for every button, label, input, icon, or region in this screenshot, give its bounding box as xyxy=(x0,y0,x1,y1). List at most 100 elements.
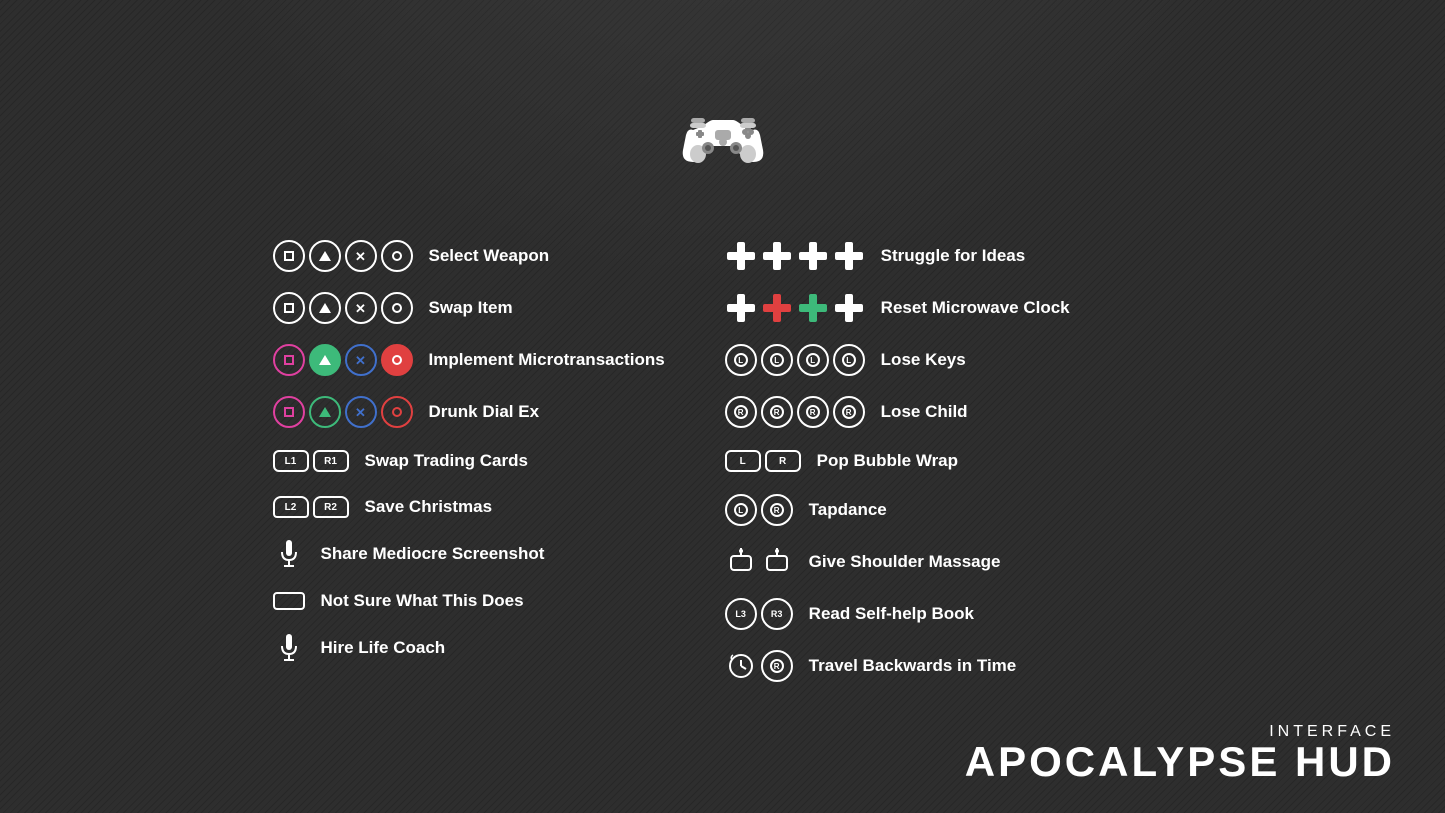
l2-btn: L2 xyxy=(273,496,309,518)
label-tapdance: Tapdance xyxy=(809,500,887,520)
icons-self-help: L3 R3 xyxy=(725,598,793,630)
row-select-weapon: ✕ Select Weapon xyxy=(273,230,665,282)
icons-pop-bubble: L R xyxy=(725,450,801,472)
dpad-teal1 xyxy=(797,292,829,324)
branding: INTERFACE APOCALYPSE HUD xyxy=(965,723,1395,783)
triangle-btn2 xyxy=(309,292,341,324)
square-btn2 xyxy=(273,292,305,324)
r3-btn: R3 xyxy=(761,598,793,630)
icons-swap-item: ✕ xyxy=(273,292,413,324)
touchpad-btn xyxy=(273,592,305,610)
controller-icon xyxy=(678,110,768,170)
cross-outline-btn: ✕ xyxy=(345,396,377,428)
square-outline-btn xyxy=(273,396,305,428)
label-struggle: Struggle for Ideas xyxy=(881,246,1026,266)
icons-lose-keys: L L L L xyxy=(725,344,865,376)
r2-btn: R2 xyxy=(313,496,349,518)
t-icon2 xyxy=(761,546,793,578)
icons-not-sure xyxy=(273,592,305,610)
circle-outline-btn xyxy=(381,396,413,428)
r-btn: R xyxy=(765,450,801,472)
touchpad-icon xyxy=(273,592,305,610)
cross-btn: ✕ xyxy=(345,240,377,272)
row-self-help: L3 R3 Read Self-help Book xyxy=(725,588,1070,640)
r-analog1: R xyxy=(725,396,757,428)
row-drunk-dial: ✕ Drunk Dial Ex xyxy=(273,386,665,438)
label-pop-bubble: Pop Bubble Wrap xyxy=(817,451,958,471)
row-lose-child: R R R R Lose Child xyxy=(725,386,1070,438)
icons-tapdance: L R xyxy=(725,494,793,526)
l-btn: L xyxy=(725,450,761,472)
label-hire-coach: Hire Life Coach xyxy=(321,638,446,658)
icons-coach xyxy=(273,634,305,662)
l1-btn: L1 xyxy=(273,450,309,472)
circle-btn xyxy=(381,240,413,272)
triangle-green-btn xyxy=(309,344,341,376)
dpad-white1 xyxy=(725,292,757,324)
dpad-white2 xyxy=(833,292,865,324)
label-lose-child: Lose Child xyxy=(881,402,968,422)
r-analog4: R xyxy=(833,396,865,428)
triangle-outline-btn xyxy=(309,396,341,428)
label-screenshot: Share Mediocre Screenshot xyxy=(321,544,545,564)
dpad-red1 xyxy=(761,292,793,324)
l-analog4: L xyxy=(833,344,865,376)
row-microwave: Reset Microwave Clock xyxy=(725,282,1070,334)
dpad2 xyxy=(761,240,793,272)
l-analog3: L xyxy=(797,344,829,376)
circle-red-btn xyxy=(381,344,413,376)
label-self-help: Read Self-help Book xyxy=(809,604,974,624)
icons-micro: ✕ xyxy=(273,344,413,376)
icons-massage xyxy=(725,546,793,578)
label-travel-time: Travel Backwards in Time xyxy=(809,656,1017,676)
icons-drunk: ✕ xyxy=(273,396,413,428)
label-christmas: Save Christmas xyxy=(365,497,493,517)
icons-lose-child: R R R R xyxy=(725,396,865,428)
right-column: Struggle for Ideas Reset Microwave Clock xyxy=(725,230,1070,692)
square-btn xyxy=(273,240,305,272)
r1-btn: R1 xyxy=(313,450,349,472)
row-tapdance: L R Tapdance xyxy=(725,484,1070,536)
row-share-screenshot: Share Mediocre Screenshot xyxy=(273,530,665,578)
row-implement-micro: ✕ Implement Microtransactions xyxy=(273,334,665,386)
label-lose-keys: Lose Keys xyxy=(881,350,966,370)
row-pop-bubble: L R Pop Bubble Wrap xyxy=(725,438,1070,484)
row-save-christmas: L2 R2 Save Christmas xyxy=(273,484,665,530)
label-swap-item: Swap Item xyxy=(429,298,513,318)
r-analog-travel: R xyxy=(761,650,793,682)
label-select-weapon: Select Weapon xyxy=(429,246,550,266)
triangle-btn xyxy=(309,240,341,272)
label-micro: Implement Microtransactions xyxy=(429,350,665,370)
main-content: ✕ Select Weapon ✕ Swap Item ✕ Implem xyxy=(273,230,1173,692)
dpad4 xyxy=(833,240,865,272)
row-shoulder-massage: Give Shoulder Massage xyxy=(725,536,1070,588)
square-pink-btn xyxy=(273,344,305,376)
icons-trading: L1 R1 xyxy=(273,450,349,472)
icons-screenshot xyxy=(273,540,305,568)
l3-btn: L3 xyxy=(725,598,757,630)
label-not-sure: Not Sure What This Does xyxy=(321,591,524,611)
label-drunk-dial: Drunk Dial Ex xyxy=(429,402,540,422)
circle-btn2 xyxy=(381,292,413,324)
mic2-icon xyxy=(273,634,305,662)
label-trading: Swap Trading Cards xyxy=(365,451,528,471)
l-analog2: L xyxy=(761,344,793,376)
label-microwave: Reset Microwave Clock xyxy=(881,298,1070,318)
row-swap-trading: L1 R1 Swap Trading Cards xyxy=(273,438,665,484)
left-column: ✕ Select Weapon ✕ Swap Item ✕ Implem xyxy=(273,230,665,692)
icons-christmas: L2 R2 xyxy=(273,496,349,518)
row-swap-item: ✕ Swap Item xyxy=(273,282,665,334)
row-lose-keys: L L L L Lose Keys xyxy=(725,334,1070,386)
clock-icon xyxy=(725,650,757,682)
icons-select-weapon: ✕ xyxy=(273,240,413,272)
r-analog3: R xyxy=(797,396,829,428)
row-struggle: Struggle for Ideas xyxy=(725,230,1070,282)
icons-microwave xyxy=(725,292,865,324)
cross-btn2: ✕ xyxy=(345,292,377,324)
dpad3 xyxy=(797,240,829,272)
dpad1 xyxy=(725,240,757,272)
row-hire-coach: Hire Life Coach xyxy=(273,624,665,672)
l-analog1: L xyxy=(725,344,757,376)
r-analog2: R xyxy=(761,396,793,428)
icons-travel: R xyxy=(725,650,793,682)
